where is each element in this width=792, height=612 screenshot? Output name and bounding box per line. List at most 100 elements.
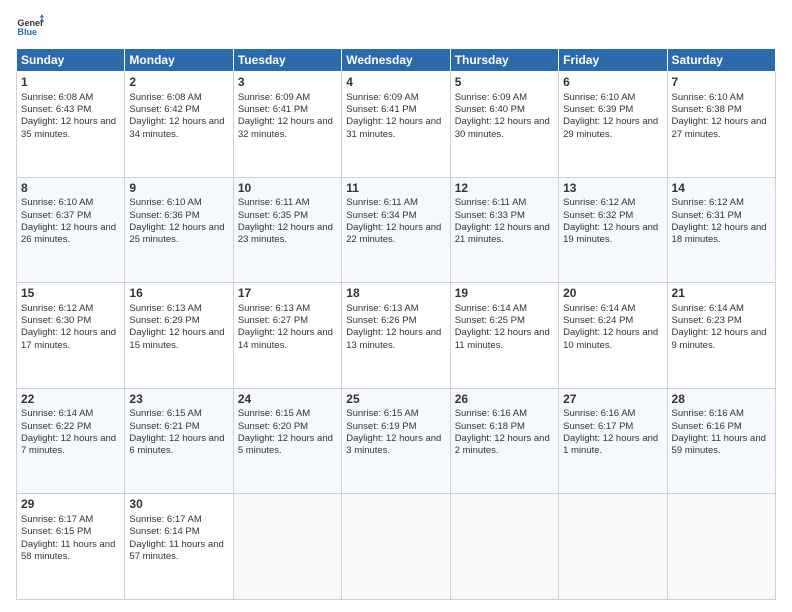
logo-icon: General Blue [16, 12, 44, 40]
sunset-label: Sunset: 6:36 PM [129, 210, 199, 221]
daylight-label: Daylight: 12 hours and 15 minutes. [129, 327, 224, 350]
daylight-label: Daylight: 12 hours and 26 minutes. [21, 222, 116, 245]
day-number: 2 [129, 75, 228, 91]
day-number: 4 [346, 75, 445, 91]
sunrise-label: Sunrise: 6:11 AM [238, 197, 310, 208]
day-number: 27 [563, 392, 662, 408]
day-number: 10 [238, 181, 337, 197]
sunrise-label: Sunrise: 6:15 AM [238, 408, 310, 419]
sunrise-label: Sunrise: 6:13 AM [129, 303, 201, 314]
sunrise-label: Sunrise: 6:10 AM [563, 92, 635, 103]
day-cell-11: 11 Sunrise: 6:11 AM Sunset: 6:34 PM Dayl… [342, 177, 450, 283]
daylight-label: Daylight: 12 hours and 7 minutes. [21, 433, 116, 456]
sunrise-label: Sunrise: 6:13 AM [238, 303, 310, 314]
daylight-label: Daylight: 12 hours and 1 minute. [563, 433, 658, 456]
day-cell-14: 14 Sunrise: 6:12 AM Sunset: 6:31 PM Dayl… [667, 177, 775, 283]
day-number: 25 [346, 392, 445, 408]
sunset-label: Sunset: 6:37 PM [21, 210, 91, 221]
day-number: 23 [129, 392, 228, 408]
col-saturday: Saturday [667, 49, 775, 72]
sunrise-label: Sunrise: 6:16 AM [563, 408, 635, 419]
day-cell-8: 8 Sunrise: 6:10 AM Sunset: 6:37 PM Dayli… [17, 177, 125, 283]
day-number: 16 [129, 286, 228, 302]
day-number: 9 [129, 181, 228, 197]
sunrise-label: Sunrise: 6:16 AM [455, 408, 527, 419]
logo: General Blue [16, 12, 44, 40]
sunset-label: Sunset: 6:30 PM [21, 315, 91, 326]
daylight-label: Daylight: 11 hours and 57 minutes. [129, 539, 223, 562]
sunset-label: Sunset: 6:26 PM [346, 315, 416, 326]
daylight-label: Daylight: 12 hours and 5 minutes. [238, 433, 333, 456]
daylight-label: Daylight: 12 hours and 29 minutes. [563, 116, 658, 139]
week-row-4: 22 Sunrise: 6:14 AM Sunset: 6:22 PM Dayl… [17, 388, 776, 494]
calendar-page: General Blue Sunday Monday Tuesday Wedne… [0, 0, 792, 612]
sunset-label: Sunset: 6:39 PM [563, 104, 633, 115]
empty-cell [667, 494, 775, 600]
day-cell-6: 6 Sunrise: 6:10 AM Sunset: 6:39 PM Dayli… [559, 72, 667, 178]
day-number: 7 [672, 75, 771, 91]
daylight-label: Daylight: 11 hours and 59 minutes. [672, 433, 766, 456]
sunrise-label: Sunrise: 6:10 AM [672, 92, 744, 103]
day-cell-1: 1 Sunrise: 6:08 AM Sunset: 6:43 PM Dayli… [17, 72, 125, 178]
daylight-label: Daylight: 12 hours and 9 minutes. [672, 327, 767, 350]
col-sunday: Sunday [17, 49, 125, 72]
day-cell-10: 10 Sunrise: 6:11 AM Sunset: 6:35 PM Dayl… [233, 177, 341, 283]
sunrise-label: Sunrise: 6:17 AM [129, 514, 201, 525]
day-cell-22: 22 Sunrise: 6:14 AM Sunset: 6:22 PM Dayl… [17, 388, 125, 494]
sunset-label: Sunset: 6:14 PM [129, 526, 199, 537]
daylight-label: Daylight: 12 hours and 18 minutes. [672, 222, 767, 245]
day-cell-2: 2 Sunrise: 6:08 AM Sunset: 6:42 PM Dayli… [125, 72, 233, 178]
sunrise-label: Sunrise: 6:11 AM [455, 197, 527, 208]
day-cell-3: 3 Sunrise: 6:09 AM Sunset: 6:41 PM Dayli… [233, 72, 341, 178]
day-cell-24: 24 Sunrise: 6:15 AM Sunset: 6:20 PM Dayl… [233, 388, 341, 494]
daylight-label: Daylight: 12 hours and 3 minutes. [346, 433, 441, 456]
week-row-2: 8 Sunrise: 6:10 AM Sunset: 6:37 PM Dayli… [17, 177, 776, 283]
daylight-label: Daylight: 12 hours and 21 minutes. [455, 222, 550, 245]
empty-cell [559, 494, 667, 600]
sunset-label: Sunset: 6:33 PM [455, 210, 525, 221]
day-number: 19 [455, 286, 554, 302]
daylight-label: Daylight: 12 hours and 6 minutes. [129, 433, 224, 456]
col-thursday: Thursday [450, 49, 558, 72]
sunset-label: Sunset: 6:16 PM [672, 421, 742, 432]
sunset-label: Sunset: 6:25 PM [455, 315, 525, 326]
daylight-label: Daylight: 12 hours and 34 minutes. [129, 116, 224, 139]
sunset-label: Sunset: 6:20 PM [238, 421, 308, 432]
day-cell-12: 12 Sunrise: 6:11 AM Sunset: 6:33 PM Dayl… [450, 177, 558, 283]
week-row-5: 29 Sunrise: 6:17 AM Sunset: 6:15 PM Dayl… [17, 494, 776, 600]
day-number: 3 [238, 75, 337, 91]
sunrise-label: Sunrise: 6:16 AM [672, 408, 744, 419]
sunrise-label: Sunrise: 6:09 AM [238, 92, 310, 103]
sunset-label: Sunset: 6:41 PM [238, 104, 308, 115]
day-number: 29 [21, 497, 120, 513]
sunset-label: Sunset: 6:40 PM [455, 104, 525, 115]
sunrise-label: Sunrise: 6:13 AM [346, 303, 418, 314]
day-number: 8 [21, 181, 120, 197]
day-cell-29: 29 Sunrise: 6:17 AM Sunset: 6:15 PM Dayl… [17, 494, 125, 600]
sunrise-label: Sunrise: 6:10 AM [129, 197, 201, 208]
daylight-label: Daylight: 12 hours and 31 minutes. [346, 116, 441, 139]
day-cell-9: 9 Sunrise: 6:10 AM Sunset: 6:36 PM Dayli… [125, 177, 233, 283]
day-cell-28: 28 Sunrise: 6:16 AM Sunset: 6:16 PM Dayl… [667, 388, 775, 494]
daylight-label: Daylight: 12 hours and 30 minutes. [455, 116, 550, 139]
calendar-table: Sunday Monday Tuesday Wednesday Thursday… [16, 48, 776, 600]
calendar-header-row: Sunday Monday Tuesday Wednesday Thursday… [17, 49, 776, 72]
empty-cell [450, 494, 558, 600]
day-cell-5: 5 Sunrise: 6:09 AM Sunset: 6:40 PM Dayli… [450, 72, 558, 178]
sunrise-label: Sunrise: 6:12 AM [672, 197, 744, 208]
daylight-label: Daylight: 12 hours and 23 minutes. [238, 222, 333, 245]
sunset-label: Sunset: 6:31 PM [672, 210, 742, 221]
daylight-label: Daylight: 12 hours and 13 minutes. [346, 327, 441, 350]
sunrise-label: Sunrise: 6:14 AM [455, 303, 527, 314]
day-cell-7: 7 Sunrise: 6:10 AM Sunset: 6:38 PM Dayli… [667, 72, 775, 178]
day-cell-26: 26 Sunrise: 6:16 AM Sunset: 6:18 PM Dayl… [450, 388, 558, 494]
day-number: 20 [563, 286, 662, 302]
sunrise-label: Sunrise: 6:14 AM [21, 408, 93, 419]
sunrise-label: Sunrise: 6:09 AM [346, 92, 418, 103]
day-number: 5 [455, 75, 554, 91]
day-cell-4: 4 Sunrise: 6:09 AM Sunset: 6:41 PM Dayli… [342, 72, 450, 178]
sunrise-label: Sunrise: 6:15 AM [346, 408, 418, 419]
sunset-label: Sunset: 6:32 PM [563, 210, 633, 221]
daylight-label: Daylight: 12 hours and 14 minutes. [238, 327, 333, 350]
sunset-label: Sunset: 6:42 PM [129, 104, 199, 115]
